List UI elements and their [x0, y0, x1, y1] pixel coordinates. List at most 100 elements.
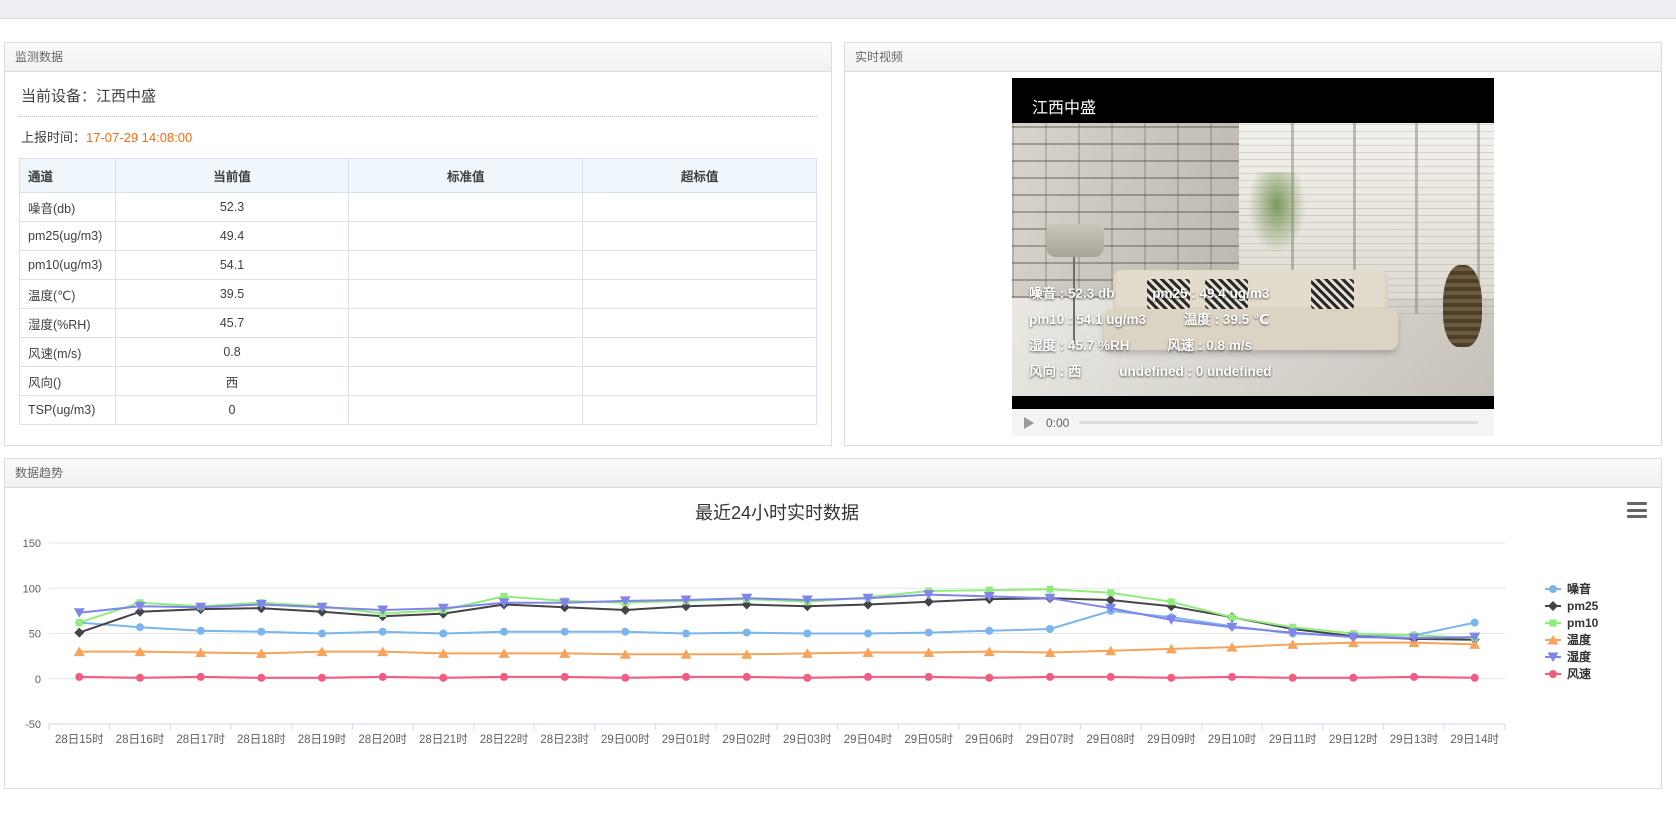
cell-current: 52.3 [115, 193, 349, 222]
data-point[interactable] [74, 628, 84, 638]
monitor-body: 当前设备：江西中盛 上报时间：17-07-29 14:08:00 通道 当前值 … [5, 72, 831, 425]
trend-chart-area: -5005010015028日15时28日16时28日17时28日18时28日1… [5, 488, 1661, 788]
legend-item[interactable]: 温度 [1545, 632, 1592, 647]
data-point[interactable] [197, 673, 205, 681]
data-point[interactable] [76, 619, 83, 626]
data-point[interactable] [621, 674, 629, 682]
data-point[interactable] [136, 623, 144, 631]
legend-marker-icon [1548, 601, 1558, 611]
data-point[interactable] [620, 605, 630, 615]
x-axis-label: 28日19时 [298, 733, 347, 746]
overlay-line: 湿度 : 45.7 %RH 风速 : 0.8 m/s [1029, 334, 1272, 354]
cell-exceed [583, 396, 817, 425]
cell-exceed [583, 309, 817, 338]
data-point[interactable] [1107, 589, 1114, 596]
data-point[interactable] [743, 673, 751, 681]
data-point[interactable] [561, 673, 569, 681]
video-frame[interactable]: 江西中盛 噪音 : 52.3 db [1012, 78, 1494, 409]
data-point[interactable] [439, 674, 447, 682]
monitor-panel-title: 监测数据 [5, 43, 831, 72]
overlay-value: 噪音 : 52.3 db [1029, 282, 1115, 302]
data-point[interactable] [500, 673, 508, 681]
legend-label: 湿度 [1567, 649, 1592, 664]
cell-exceed [583, 338, 817, 367]
overlay-value: pm25 : 49.4 ug/m3 [1152, 286, 1269, 301]
data-point[interactable] [1471, 619, 1479, 627]
data-point[interactable] [1229, 614, 1236, 621]
data-point[interactable] [1168, 598, 1175, 605]
col-header-exceed: 超标值 [583, 159, 817, 193]
video-stream-title: 江西中盛 [1012, 78, 1494, 123]
top-strip [0, 0, 1676, 19]
table-row: TSP(ug/m3) 0 [20, 396, 817, 425]
x-axis-label: 28日18时 [237, 733, 286, 746]
data-point[interactable] [257, 674, 265, 682]
legend-item[interactable]: pm10 [1545, 616, 1599, 630]
data-point[interactable] [803, 674, 811, 682]
data-point[interactable] [864, 673, 872, 681]
x-axis-label: 29日00时 [601, 733, 650, 746]
video-progress-bar[interactable] [1079, 421, 1478, 424]
data-point[interactable] [197, 627, 205, 635]
data-point[interactable] [379, 628, 387, 636]
legend-item[interactable]: 风速 [1545, 666, 1591, 681]
data-point[interactable] [803, 630, 811, 638]
trend-panel: 数据趋势 -5005010015028日15时28日16时28日17时28日18… [4, 458, 1662, 789]
data-point[interactable] [925, 673, 933, 681]
cell-exceed [583, 280, 817, 309]
data-point[interactable] [1107, 673, 1115, 681]
data-point[interactable] [500, 628, 508, 636]
data-point[interactable] [985, 627, 993, 635]
cell-channel: 湿度(%RH) [20, 309, 116, 338]
data-point[interactable] [1106, 595, 1116, 605]
legend-item[interactable]: 湿度 [1545, 649, 1592, 664]
cell-current: 0 [115, 396, 349, 425]
chart-title: 最近24小时实时数据 [695, 503, 859, 523]
data-point[interactable] [1471, 674, 1479, 682]
chart-export-menu-button[interactable] [1627, 502, 1647, 518]
data-point[interactable] [1167, 674, 1175, 682]
cell-exceed [583, 367, 817, 396]
table-row: 风向() 西 [20, 367, 817, 396]
monitor-table: 通道 当前值 标准值 超标值 噪音(db) 52.3 pm25(ug/m3) [19, 158, 817, 425]
table-header-row: 通道 当前值 标准值 超标值 [20, 159, 817, 193]
data-point[interactable] [1228, 673, 1236, 681]
x-axis-label: 29日09时 [1147, 733, 1196, 746]
trend-chart[interactable]: -5005010015028日15时28日16时28日17时28日18时28日1… [5, 488, 1661, 788]
data-point[interactable] [864, 630, 872, 638]
data-point[interactable] [379, 673, 387, 681]
data-point[interactable] [985, 674, 993, 682]
overlay-value: pm10 : 54.1 ug/m3 [1029, 312, 1146, 327]
legend-item[interactable]: pm25 [1545, 599, 1599, 613]
cell-current: 0.8 [115, 338, 349, 367]
vase-decoration [1443, 265, 1482, 347]
data-point[interactable] [439, 630, 447, 638]
data-point[interactable] [682, 673, 690, 681]
data-point[interactable] [257, 628, 265, 636]
data-point[interactable] [925, 629, 933, 637]
lamp-decoration [1046, 224, 1104, 257]
hamburger-icon [1627, 509, 1647, 512]
data-point[interactable] [136, 674, 144, 682]
x-axis-label: 28日23时 [540, 733, 589, 746]
data-point[interactable] [1289, 674, 1297, 682]
cell-standard [349, 396, 583, 425]
data-point[interactable] [561, 628, 569, 636]
legend-item[interactable]: 噪音 [1545, 581, 1591, 596]
data-point[interactable] [743, 629, 751, 637]
x-axis-label: 29日03时 [783, 733, 832, 746]
data-point[interactable] [1410, 673, 1418, 681]
data-point[interactable] [1349, 674, 1357, 682]
legend-label: 风速 [1567, 666, 1591, 681]
data-point[interactable] [75, 673, 83, 681]
data-point[interactable] [621, 628, 629, 636]
data-point[interactable] [1047, 586, 1054, 593]
table-row: 噪音(db) 52.3 [20, 193, 817, 222]
x-axis-label: 29日08时 [1086, 733, 1135, 746]
data-point[interactable] [318, 630, 326, 638]
play-icon[interactable] [1024, 417, 1034, 429]
data-point[interactable] [1046, 625, 1054, 633]
data-point[interactable] [682, 630, 690, 638]
data-point[interactable] [1046, 673, 1054, 681]
data-point[interactable] [318, 674, 326, 682]
